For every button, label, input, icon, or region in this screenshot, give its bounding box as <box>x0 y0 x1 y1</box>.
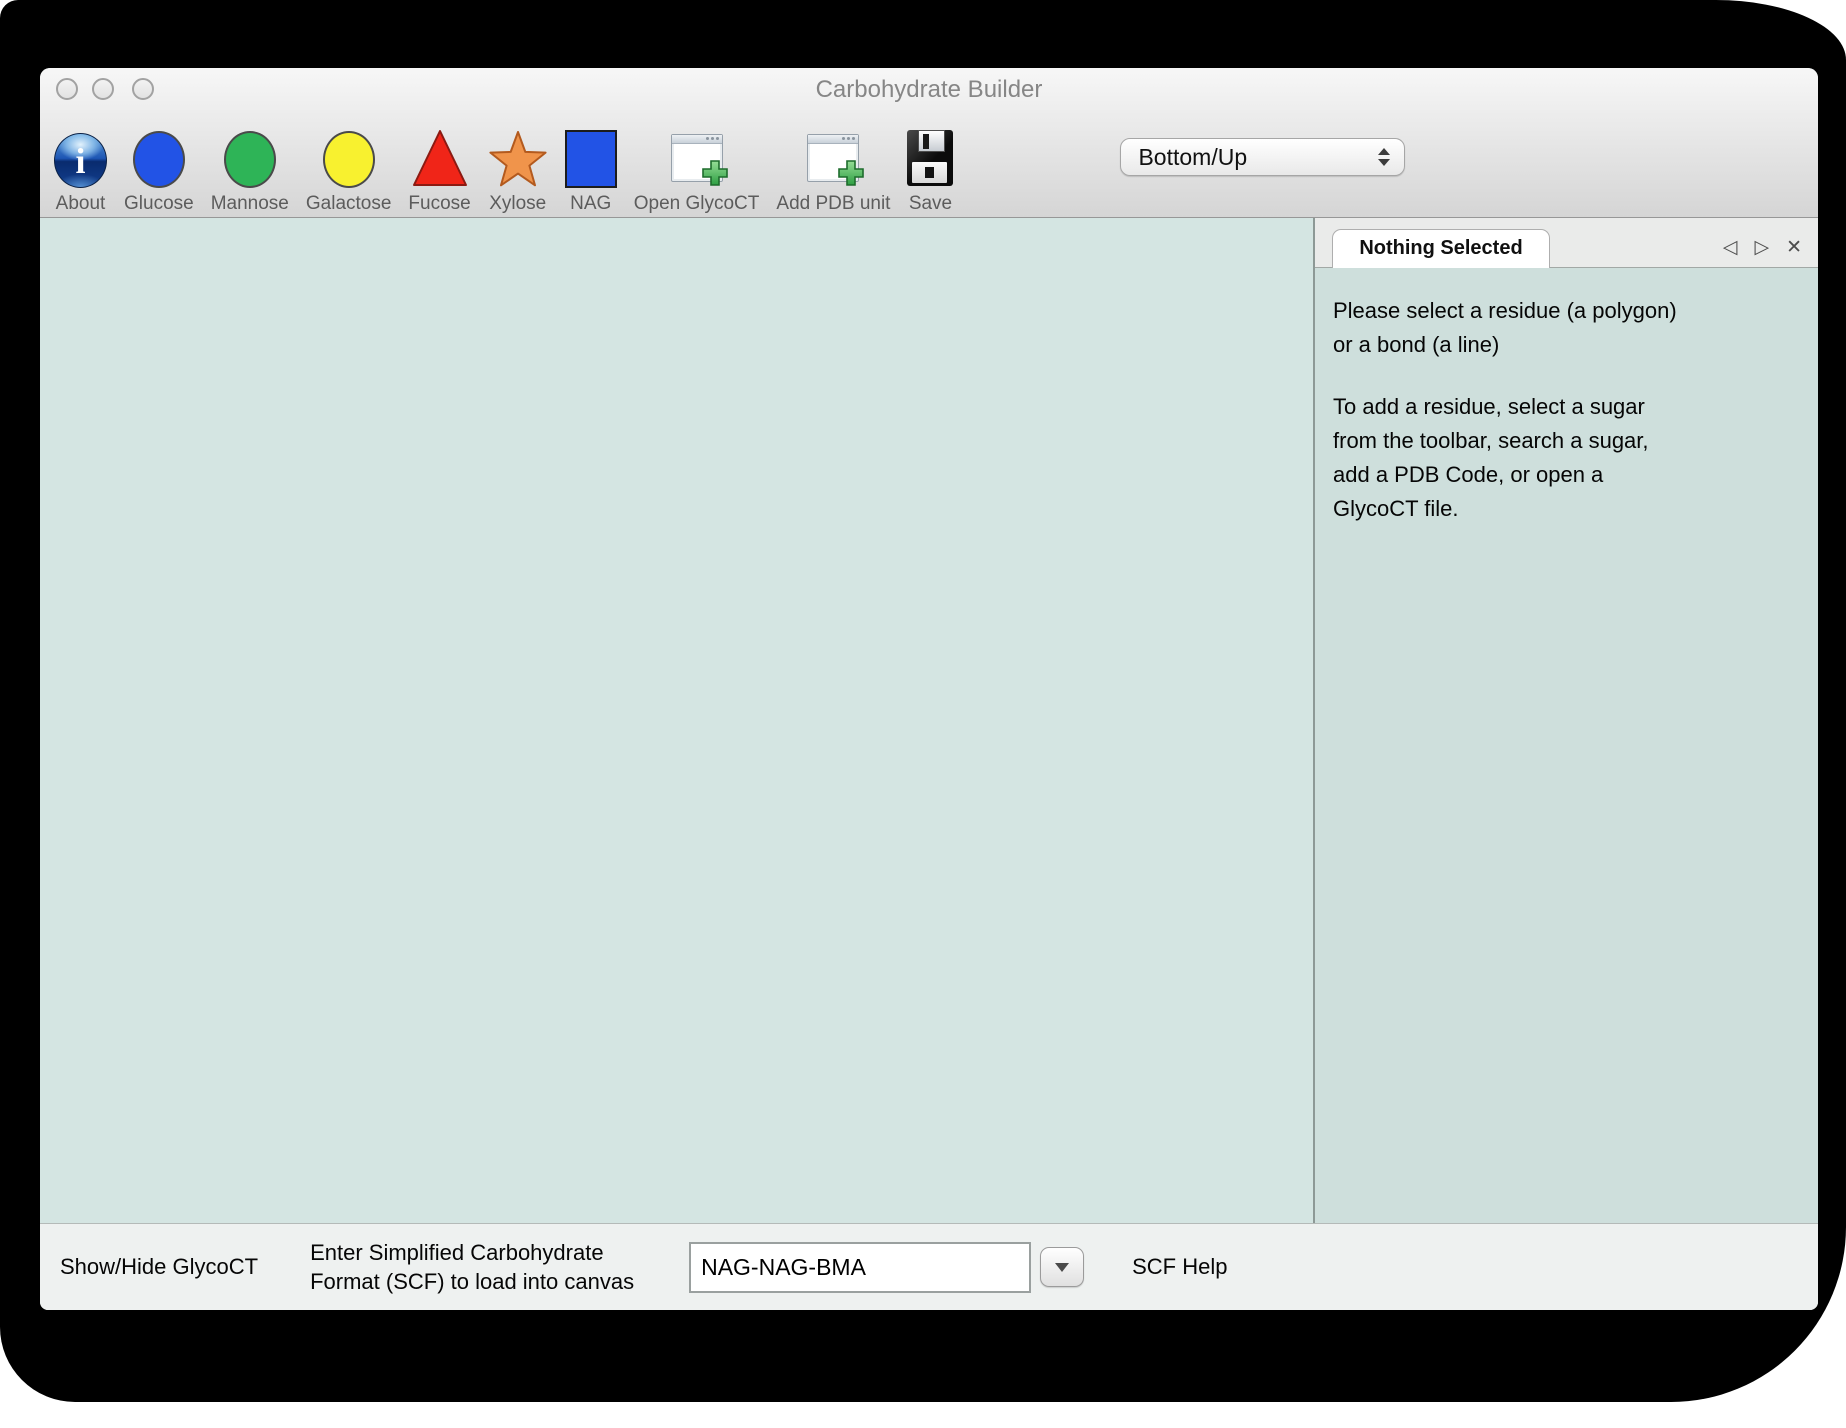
toolbar-label: Add PDB unit <box>776 193 890 215</box>
fucose-triangle-icon <box>411 128 469 188</box>
toolbar-label: Fucose <box>408 193 470 215</box>
toolbar-label: Galactose <box>306 193 392 215</box>
tab-nothing-selected[interactable]: Nothing Selected <box>1332 229 1550 268</box>
direction-popup-value: Bottom/Up <box>1138 144 1378 171</box>
bottom-bar: Show/Hide GlycoCT Enter Simplified Carbo… <box>40 1223 1818 1310</box>
xylose-star-icon <box>488 130 548 188</box>
scf-input[interactable] <box>689 1242 1031 1293</box>
toolbar-button-about[interactable]: i About <box>54 126 107 215</box>
popup-stepper-arrows-icon <box>1378 148 1390 166</box>
close-window-button[interactable] <box>56 78 78 100</box>
panel-back-icon[interactable]: ◁ <box>1723 238 1738 257</box>
toolbar-label: Glucose <box>124 193 194 215</box>
scf-instruction-label: Enter Simplified Carbohydrate Format (SC… <box>310 1238 634 1296</box>
window-header: Carbohydrate Builder i About Glucose Man… <box>40 68 1818 218</box>
info-orb-icon: i <box>54 133 107 188</box>
zoom-window-button[interactable] <box>132 78 154 100</box>
toolbar-label: Save <box>909 193 952 215</box>
add-plus-icon <box>701 159 729 187</box>
panel-message-secondary: To add a residue, select a sugar from th… <box>1333 390 1804 526</box>
drawing-canvas[interactable] <box>40 218 1313 1223</box>
scf-help-link[interactable]: SCF Help <box>1132 1254 1227 1280</box>
panel-forward-icon[interactable]: ▷ <box>1754 238 1769 257</box>
dropdown-arrow-icon <box>1055 1263 1069 1272</box>
panel-message-primary: Please select a residue (a polygon) or a… <box>1333 294 1804 362</box>
inspector-panel: Nothing Selected ◁ ▷ ✕ Please select a r… <box>1315 218 1818 1223</box>
toolbar-button-open-glycoct[interactable]: Open GlycoCT <box>634 126 760 215</box>
mannose-circle-icon <box>224 131 276 188</box>
scf-history-dropdown-button[interactable] <box>1040 1247 1084 1287</box>
toolbar-button-glucose[interactable]: Glucose <box>124 126 194 215</box>
title-bar: Carbohydrate Builder <box>40 68 1818 110</box>
nag-square-icon <box>565 130 617 188</box>
window-title: Carbohydrate Builder <box>40 68 1818 112</box>
toolbar-label: Open GlycoCT <box>634 193 760 215</box>
panel-content: Please select a residue (a polygon) or a… <box>1315 268 1818 1223</box>
toolbar-label: Mannose <box>211 193 289 215</box>
main-area: Nothing Selected ◁ ▷ ✕ Please select a r… <box>40 218 1818 1223</box>
toolbar-button-fucose[interactable]: Fucose <box>408 126 470 215</box>
glucose-circle-icon <box>133 131 185 188</box>
galactose-circle-icon <box>323 131 375 188</box>
direction-popup-button[interactable]: Bottom/Up <box>1120 138 1405 176</box>
window-document-icon <box>671 134 723 182</box>
toolbar-button-nag[interactable]: NAG <box>565 126 617 215</box>
panel-tab-row: Nothing Selected ◁ ▷ ✕ <box>1315 218 1818 268</box>
panel-close-icon[interactable]: ✕ <box>1786 238 1802 257</box>
minimize-window-button[interactable] <box>92 78 114 100</box>
window-document-icon <box>807 134 859 182</box>
toolbar-label: About <box>56 193 106 215</box>
carbohydrate-builder-window: Carbohydrate Builder i About Glucose Man… <box>40 68 1818 1310</box>
toolbar-button-galactose[interactable]: Galactose <box>306 126 392 215</box>
add-plus-icon <box>837 159 865 187</box>
toolbar-button-save[interactable]: Save <box>907 126 953 215</box>
toolbar-label: Xylose <box>489 193 546 215</box>
floppy-disk-icon <box>907 130 953 186</box>
toolbar-label: NAG <box>570 193 611 215</box>
toolbar-button-add-pdb-unit[interactable]: Add PDB unit <box>776 126 890 215</box>
toolbar: i About Glucose Mannose Galactose <box>40 110 1818 215</box>
show-hide-glycoct-toggle[interactable]: Show/Hide GlycoCT <box>60 1254 258 1280</box>
toolbar-button-xylose[interactable]: Xylose <box>488 126 548 215</box>
panel-tab-nav: ◁ ▷ ✕ <box>1723 238 1818 267</box>
toolbar-button-mannose[interactable]: Mannose <box>211 126 289 215</box>
